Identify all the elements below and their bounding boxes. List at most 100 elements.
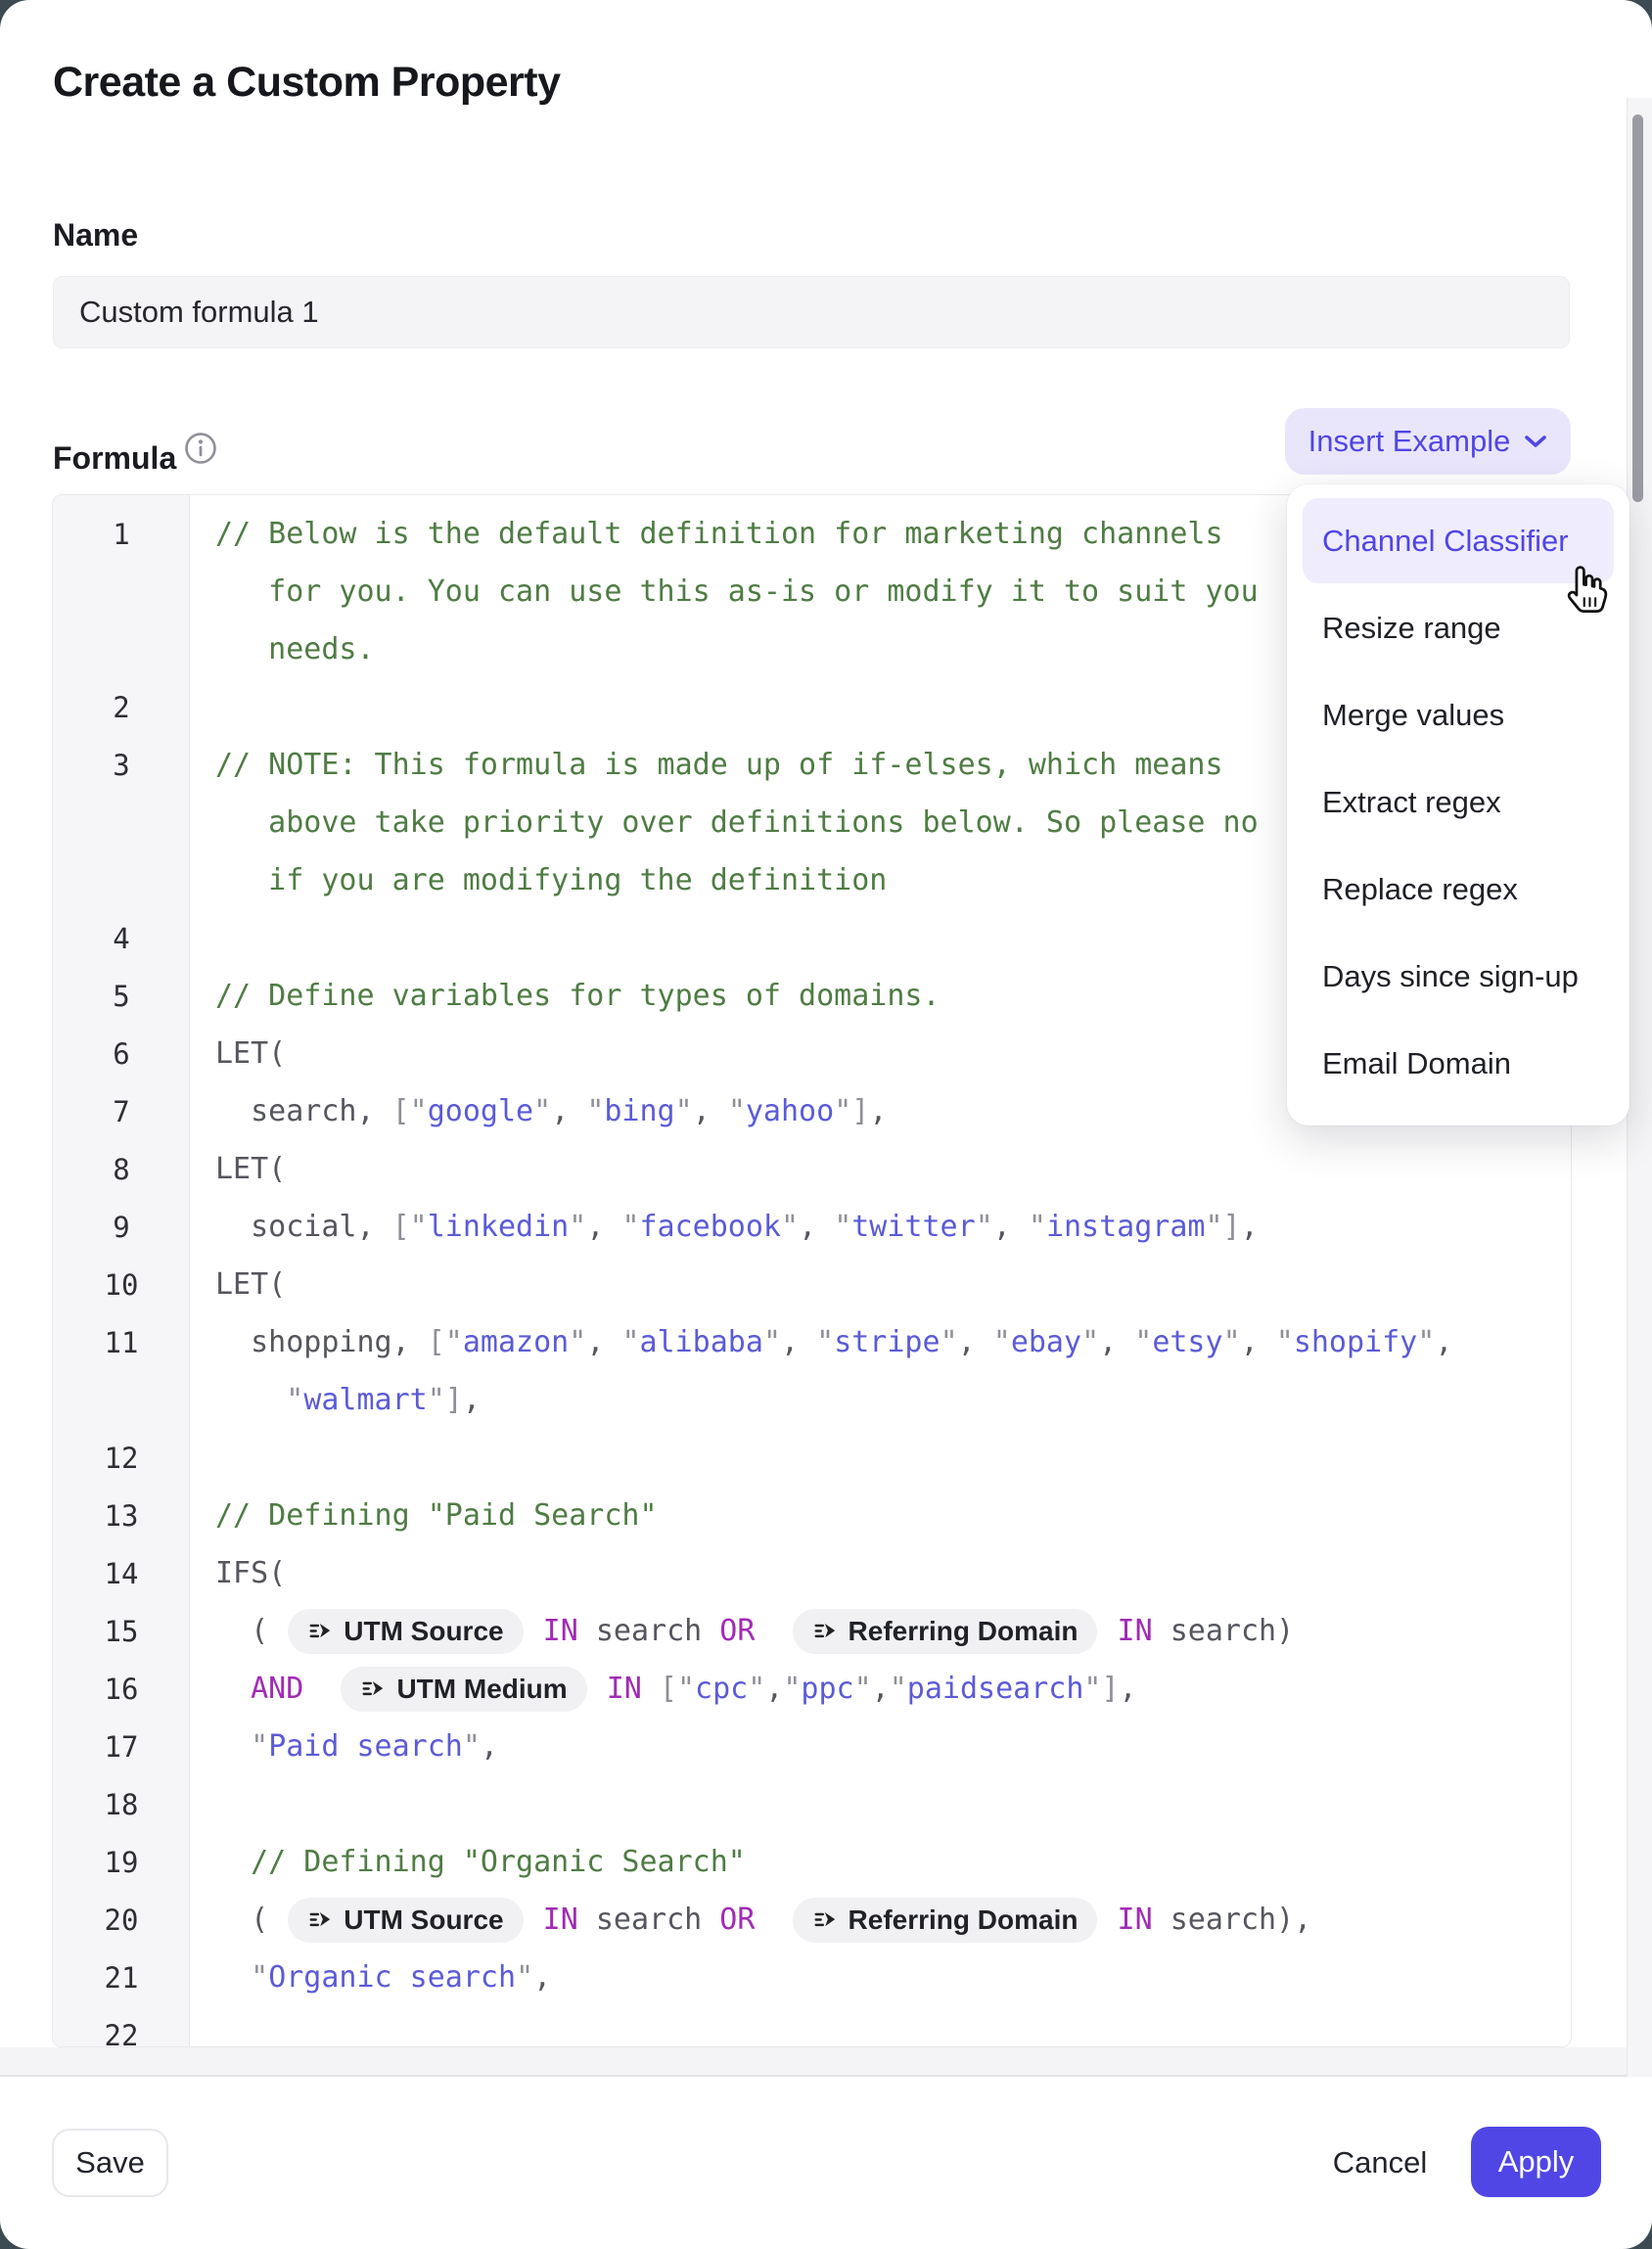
insert-example-button[interactable]: Insert Example	[1285, 408, 1571, 475]
field-token-icon	[307, 1619, 333, 1644]
code-punctuation: "	[781, 1210, 799, 1244]
field-token-icon	[360, 1676, 386, 1702]
code-row: 8LET(	[53, 1140, 1571, 1198]
field-token-pill[interactable]: UTM Source	[288, 1898, 523, 1943]
code-row: 19 // Defining "Organic Search"	[53, 1833, 1571, 1891]
code-line: "Organic search",	[190, 1949, 1571, 2006]
code-text: ,	[463, 1383, 481, 1417]
code-punctuation: "	[463, 1729, 481, 1764]
line-number: 3	[53, 736, 190, 794]
code-keyword: IN	[543, 1614, 578, 1648]
insert-example-label: Insert Example	[1308, 424, 1511, 459]
field-token-label: Referring Domain	[849, 1905, 1078, 1936]
save-button[interactable]: Save	[52, 2129, 168, 2197]
code-punctuation: "	[783, 1672, 801, 1706]
code-punctuation: "	[763, 1325, 781, 1359]
field-token-pill[interactable]: Referring Domain	[793, 1898, 1098, 1943]
code-comment: // NOTE: This formula is made up of if-e…	[215, 748, 1223, 782]
code-punctuation: ["	[392, 1094, 428, 1128]
code-comment: above take priority over definitions bel…	[215, 805, 1259, 840]
code-text	[215, 1672, 251, 1706]
code-punctuation: "	[286, 1383, 303, 1417]
line-number: 19	[53, 1833, 190, 1891]
code-punctuation: "	[569, 1210, 586, 1244]
code-text: ,	[1241, 1325, 1276, 1359]
code-text	[526, 1614, 543, 1648]
modal-scrollbar-thumb[interactable]	[1632, 115, 1643, 502]
menu-item-days-since-sign-up[interactable]: Days since sign-up	[1303, 934, 1614, 1019]
code-text: ,	[765, 1672, 783, 1706]
code-string: shopify	[1294, 1325, 1417, 1359]
code-comment: needs.	[215, 632, 375, 666]
menu-item-extract-regex[interactable]: Extract regex	[1303, 759, 1614, 845]
code-row: 14IFS(	[53, 1544, 1571, 1602]
code-comment: // Below is the default definition for m…	[215, 517, 1223, 551]
code-line	[190, 1775, 1571, 1833]
code-text: search)	[1153, 1614, 1295, 1648]
code-text: ,	[551, 1094, 586, 1128]
code-text: ,	[1120, 1672, 1137, 1706]
info-icon[interactable]	[184, 432, 217, 465]
code-line	[190, 1429, 1571, 1487]
code-text: ,	[781, 1325, 816, 1359]
code-text	[215, 1729, 251, 1764]
menu-item-replace-regex[interactable]: Replace regex	[1303, 847, 1614, 932]
code-text: ,	[586, 1210, 621, 1244]
code-punctuation: "	[1417, 1325, 1435, 1359]
code-text	[526, 1903, 543, 1937]
cancel-button[interactable]: Cancel	[1316, 2129, 1444, 2197]
chevron-down-icon	[1524, 434, 1547, 449]
code-text: search,	[215, 1094, 392, 1128]
apply-button[interactable]: Apply	[1471, 2127, 1601, 2197]
field-token-pill[interactable]: UTM Source	[288, 1609, 523, 1654]
code-text: ,	[958, 1325, 993, 1359]
code-text: ,	[1435, 1325, 1452, 1359]
field-token-pill[interactable]: Referring Domain	[793, 1609, 1098, 1654]
code-row: 16 AND UTM Medium IN ["cpc","ppc","paids…	[53, 1660, 1571, 1718]
code-text	[755, 1614, 790, 1648]
code-row: 10LET(	[53, 1256, 1571, 1313]
field-token-icon	[812, 1907, 838, 1933]
menu-item-email-domain[interactable]: Email Domain	[1303, 1021, 1614, 1106]
code-punctuation: "	[251, 1729, 268, 1764]
editor-horizontal-scrollbar[interactable]	[0, 2047, 1652, 2077]
code-text: LET(	[215, 1267, 286, 1302]
code-punctuation: "	[728, 1094, 746, 1128]
field-token-pill[interactable]: UTM Medium	[341, 1667, 586, 1712]
code-comment: // Defining "Organic Search"	[251, 1845, 746, 1879]
code-string: yahoo	[746, 1094, 834, 1128]
code-comment: // Defining "Paid Search"	[215, 1498, 658, 1533]
code-punctuation: "	[993, 1325, 1011, 1359]
code-keyword: IN	[1118, 1614, 1153, 1648]
line-number: 6	[53, 1025, 190, 1082]
code-punctuation: "	[569, 1325, 586, 1359]
code-text	[1099, 1903, 1117, 1937]
code-text	[1099, 1614, 1117, 1648]
code-text: LET(	[215, 1152, 286, 1186]
code-text	[755, 1903, 790, 1937]
code-line: "Paid search",	[190, 1718, 1571, 1775]
code-text: ,	[481, 1729, 498, 1764]
code-row: 20 ( UTM Source IN search OR Referring D…	[53, 1891, 1571, 1949]
name-input[interactable]: Custom formula 1	[53, 276, 1570, 348]
line-number: 4	[53, 909, 190, 967]
code-string: instagram	[1046, 1210, 1206, 1244]
line-number: 1	[53, 505, 190, 563]
line-number: 17	[53, 1718, 190, 1775]
code-keyword: IN	[1118, 1903, 1153, 1937]
code-line: IFS(	[190, 1544, 1571, 1602]
code-punctuation: "	[251, 1960, 268, 1995]
line-number: 2	[53, 678, 190, 736]
code-punctuation: "	[976, 1210, 993, 1244]
code-text: search	[578, 1903, 720, 1937]
code-string: stripe	[834, 1325, 940, 1359]
field-token-icon	[307, 1907, 333, 1933]
code-punctuation: "	[621, 1325, 639, 1359]
code-text: (	[215, 1903, 286, 1937]
code-comment: if you are modifying the definition	[215, 863, 887, 897]
menu-item-merge-values[interactable]: Merge values	[1303, 672, 1614, 757]
code-string: ppc	[801, 1672, 853, 1706]
name-input-value: Custom formula 1	[79, 295, 319, 330]
field-token-label: UTM Source	[344, 1905, 503, 1936]
code-punctuation: ["	[660, 1672, 695, 1706]
